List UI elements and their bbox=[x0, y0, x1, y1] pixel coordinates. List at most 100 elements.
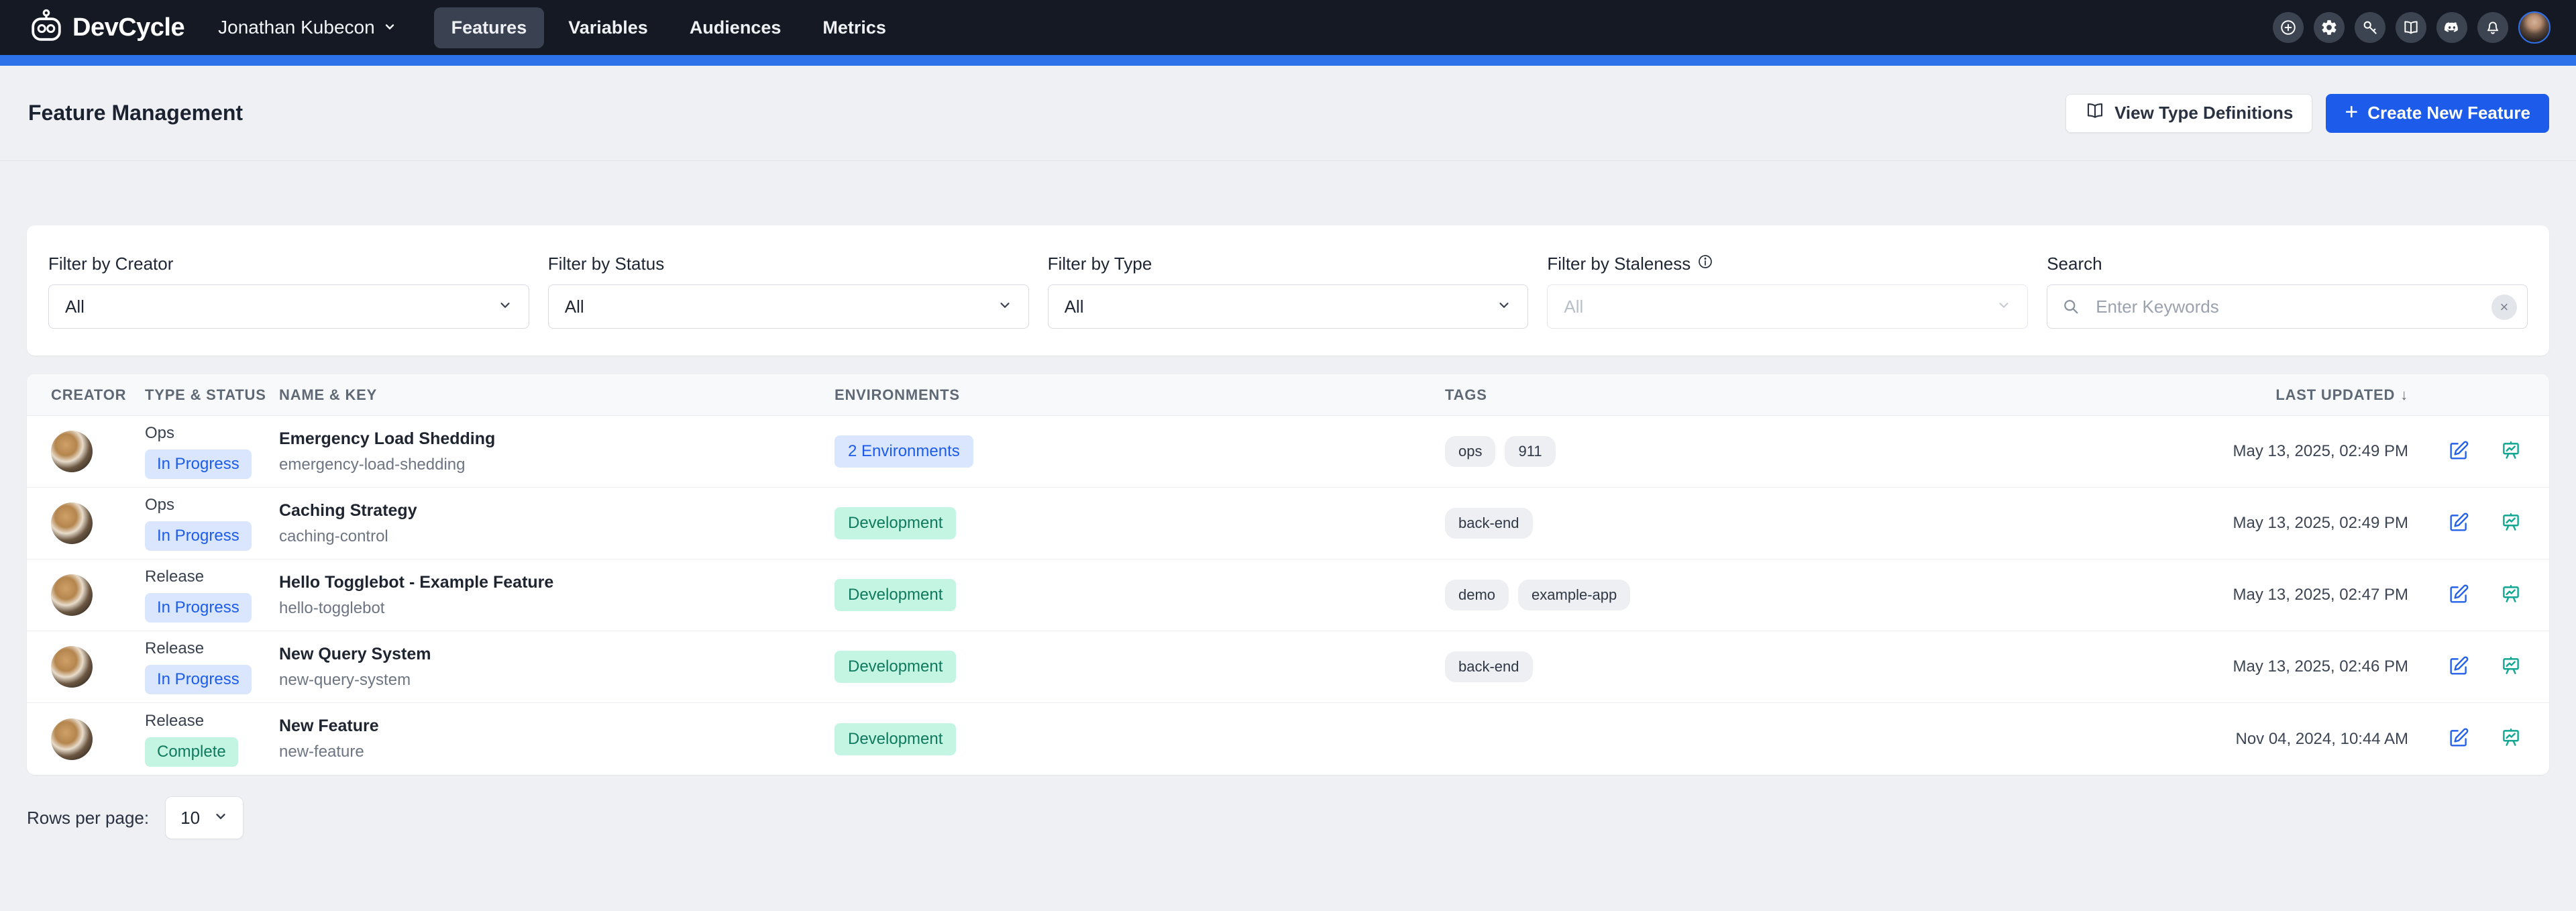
status-badge: In Progress bbox=[145, 521, 252, 551]
tab-features[interactable]: Features bbox=[434, 7, 545, 48]
type-status-cell: Release In Progress bbox=[145, 568, 279, 623]
clear-search-button[interactable]: × bbox=[2491, 294, 2517, 320]
type-status-cell: Ops In Progress bbox=[145, 424, 279, 479]
chevron-down-icon bbox=[1996, 297, 2011, 317]
table-row[interactable]: Release In Progress Hello Togglebot - Ex… bbox=[27, 559, 2549, 631]
edit-feature-button[interactable] bbox=[2447, 583, 2470, 608]
status-badge: In Progress bbox=[145, 593, 252, 623]
sort-descending-icon: ↓ bbox=[2400, 386, 2408, 404]
top-navigation-bar: DevCycle Jonathan Kubecon Features Varia… bbox=[0, 0, 2576, 55]
edit-feature-button[interactable] bbox=[2447, 727, 2470, 751]
plus-icon: + bbox=[2345, 101, 2358, 123]
tags-cell: back-end bbox=[1445, 508, 2234, 539]
creator-cell bbox=[51, 431, 145, 472]
rows-per-page-label: Rows per page: bbox=[27, 808, 149, 828]
edit-pencil-icon bbox=[2447, 727, 2470, 751]
book-icon bbox=[2085, 101, 2105, 125]
metrics-board-icon bbox=[2500, 655, 2522, 680]
bell-icon bbox=[2484, 19, 2502, 36]
feature-key: hello-togglebot bbox=[279, 599, 384, 618]
edit-feature-button[interactable] bbox=[2447, 439, 2470, 464]
devcycle-logo[interactable]: DevCycle bbox=[28, 8, 184, 48]
table-row[interactable]: Ops In Progress Caching Strategy caching… bbox=[27, 488, 2549, 559]
environments-cell: 2 Environments bbox=[835, 435, 1445, 468]
add-button[interactable] bbox=[2273, 12, 2304, 43]
settings-button[interactable] bbox=[2314, 12, 2345, 43]
filter-status-select[interactable]: All bbox=[548, 284, 1029, 329]
filter-status-label: Filter by Status bbox=[548, 254, 1029, 274]
column-header-last-updated[interactable]: LAST UPDATED ↓ bbox=[2275, 386, 2408, 404]
filter-staleness-group: Filter by Staleness All bbox=[1547, 254, 2028, 329]
main-content: Feature Management View Type Definitions… bbox=[0, 66, 2576, 839]
api-keys-button[interactable] bbox=[2355, 12, 2385, 43]
filter-type-select[interactable]: All bbox=[1048, 284, 1529, 329]
environments-cell: Development bbox=[835, 723, 1445, 755]
creator-avatar bbox=[51, 431, 93, 472]
table-row[interactable]: Release In Progress New Query System new… bbox=[27, 631, 2549, 703]
filter-creator-select[interactable]: All bbox=[48, 284, 529, 329]
project-selector[interactable]: Jonathan Kubecon bbox=[218, 17, 396, 38]
notifications-button[interactable] bbox=[2477, 12, 2508, 43]
tab-audiences[interactable]: Audiences bbox=[672, 7, 799, 48]
gear-icon bbox=[2320, 19, 2338, 36]
feature-key: new-feature bbox=[279, 743, 364, 761]
rows-per-page-select[interactable]: 10 bbox=[165, 796, 244, 839]
create-new-feature-label: Create New Feature bbox=[2367, 103, 2530, 123]
feature-type: Release bbox=[145, 568, 204, 586]
column-header-tags: TAGS bbox=[1445, 386, 2234, 404]
last-updated: May 13, 2025, 02:49 PM bbox=[2233, 442, 2409, 461]
feature-metrics-button[interactable] bbox=[2500, 655, 2522, 680]
feature-name: New Query System bbox=[279, 645, 431, 664]
filter-type-label: Filter by Type bbox=[1048, 254, 1529, 274]
filter-status-value: All bbox=[565, 297, 584, 317]
table-row[interactable]: Ops In Progress Emergency Load Shedding … bbox=[27, 416, 2549, 488]
column-header-environments: ENVIRONMENTS bbox=[835, 386, 1445, 404]
feature-metrics-button[interactable] bbox=[2500, 439, 2522, 464]
tag: back-end bbox=[1445, 508, 1533, 539]
name-key-cell: New Feature new-feature bbox=[279, 716, 835, 761]
info-icon[interactable] bbox=[1697, 254, 1713, 274]
tab-variables[interactable]: Variables bbox=[551, 7, 665, 48]
logo-text: DevCycle bbox=[72, 13, 184, 42]
key-icon bbox=[2361, 19, 2379, 36]
user-avatar[interactable] bbox=[2518, 11, 2551, 44]
edit-feature-button[interactable] bbox=[2447, 511, 2470, 536]
tag: example-app bbox=[1518, 580, 1630, 610]
create-new-feature-button[interactable]: + Create New Feature bbox=[2326, 94, 2549, 133]
environments-badge: Development bbox=[835, 507, 956, 539]
row-actions bbox=[2447, 439, 2522, 464]
name-key-cell: New Query System new-query-system bbox=[279, 645, 835, 690]
creator-avatar bbox=[51, 574, 93, 616]
search-input[interactable] bbox=[2047, 284, 2528, 329]
chevron-down-icon bbox=[213, 808, 228, 828]
feature-name: Hello Togglebot - Example Feature bbox=[279, 573, 553, 592]
tab-metrics[interactable]: Metrics bbox=[805, 7, 904, 48]
name-key-cell: Emergency Load Shedding emergency-load-s… bbox=[279, 429, 835, 474]
feature-metrics-button[interactable] bbox=[2500, 583, 2522, 608]
discord-button[interactable] bbox=[2436, 12, 2467, 43]
feature-metrics-button[interactable] bbox=[2500, 511, 2522, 536]
topbar-actions bbox=[2273, 11, 2551, 44]
column-header-last-updated-text: LAST UPDATED bbox=[2275, 386, 2395, 404]
metrics-board-icon bbox=[2500, 727, 2522, 751]
filter-staleness-label: Filter by Staleness bbox=[1547, 254, 2028, 274]
project-selector-label: Jonathan Kubecon bbox=[218, 17, 375, 38]
edit-pencil-icon bbox=[2447, 655, 2470, 680]
column-header-creator: CREATOR bbox=[51, 386, 145, 404]
table-row[interactable]: Release Complete New Feature new-feature… bbox=[27, 703, 2549, 775]
edit-feature-button[interactable] bbox=[2447, 655, 2470, 680]
documentation-button[interactable] bbox=[2396, 12, 2426, 43]
creator-cell bbox=[51, 646, 145, 688]
page-title: Feature Management bbox=[28, 101, 243, 125]
chevron-down-icon bbox=[1497, 297, 1511, 317]
feature-metrics-button[interactable] bbox=[2500, 727, 2522, 751]
name-key-cell: Caching Strategy caching-control bbox=[279, 501, 835, 546]
row-actions bbox=[2447, 511, 2522, 536]
view-type-definitions-button[interactable]: View Type Definitions bbox=[2065, 94, 2312, 133]
filter-type-group: Filter by Type All bbox=[1048, 254, 1529, 329]
search-box: × bbox=[2047, 284, 2528, 329]
filter-staleness-select[interactable]: All bbox=[1547, 284, 2028, 329]
feature-type: Ops bbox=[145, 424, 174, 443]
name-key-cell: Hello Togglebot - Example Feature hello-… bbox=[279, 573, 835, 618]
feature-key: emergency-load-shedding bbox=[279, 455, 466, 474]
